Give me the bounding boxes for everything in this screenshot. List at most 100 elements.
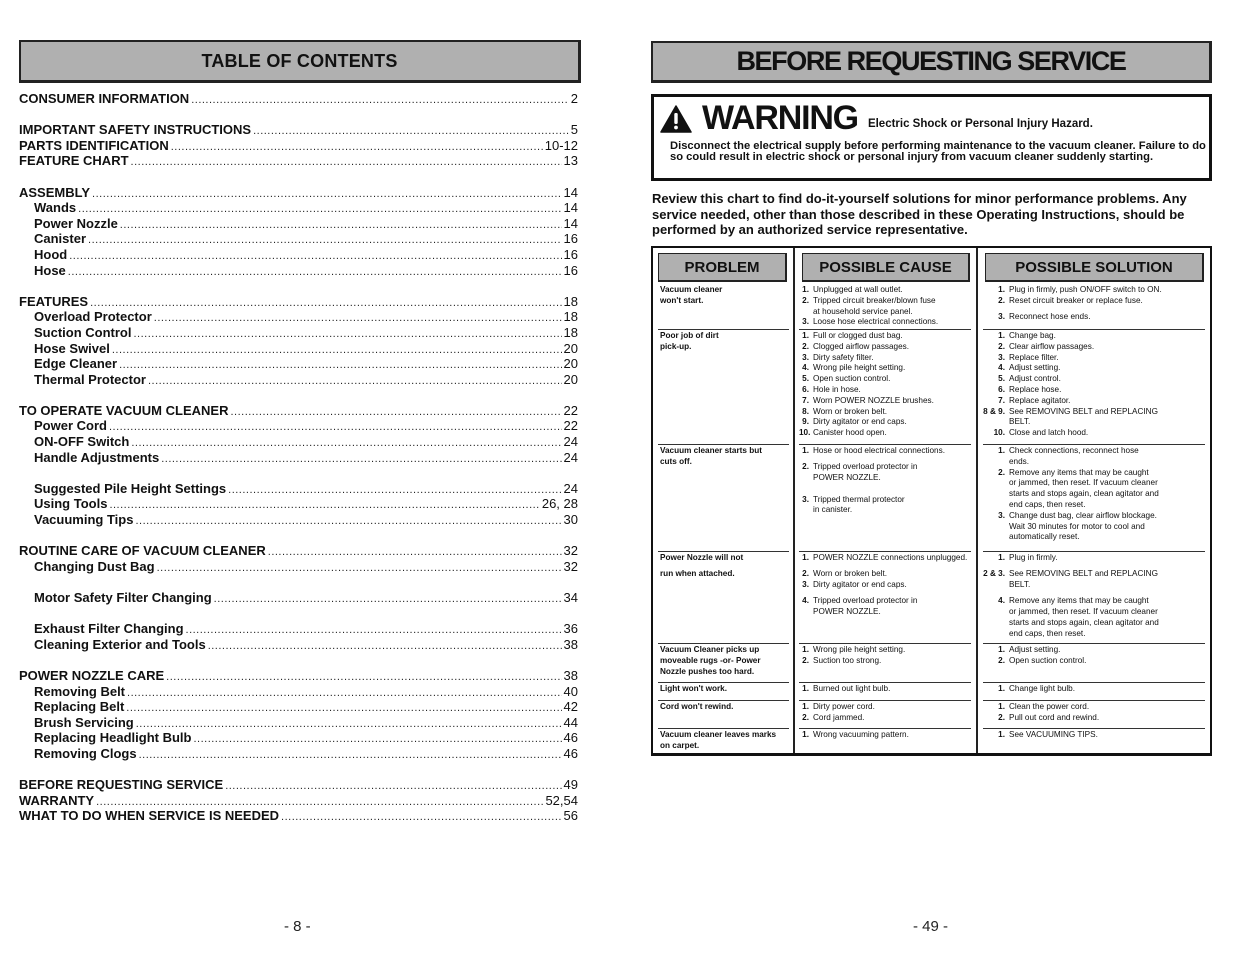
problem-text-line: run when attached. <box>660 569 735 579</box>
item-number: 4. <box>802 596 809 606</box>
item-text-line: Dirty power cord. <box>813 702 875 711</box>
item-number: 2. <box>998 655 1005 665</box>
item-text-line: Cord jammed. <box>813 712 865 722</box>
toc-entry[interactable]: FEATURE CHART 13 <box>19 153 578 169</box>
item-text: Worn or broken belt. <box>813 407 971 418</box>
toc-entry[interactable]: ROUTINE CARE OF VACUUM CLEANER 32 <box>19 543 578 559</box>
toc-entry[interactable]: TO OPERATE VACUUM CLEANER 22 <box>19 403 578 419</box>
item-number: 3. <box>998 352 1005 362</box>
item-text: See REMOVING BELT and REPLACING BELT. <box>1009 407 1208 429</box>
cause-cell: 1. Unplugged at wall outlet. 2. Tripped cir… <box>799 285 971 328</box>
toc-entry-label: Removing Belt <box>34 683 126 699</box>
item-number: 2. <box>998 295 1005 305</box>
toc-entry-label: TO OPERATE VACUUM CLEANER <box>19 402 229 418</box>
toc-entry[interactable]: Brush Servicing 44 <box>19 715 578 731</box>
toc-entry[interactable]: Overload Protector 18 <box>19 309 578 325</box>
item-number: 1. <box>998 684 1005 693</box>
toc-entry[interactable]: Edge Cleaner 20 <box>19 356 578 372</box>
cause-item: 2. Suction too strong. <box>799 656 971 667</box>
item-text: Wrong pile height setting. <box>813 645 971 656</box>
toc-leader-dots <box>88 233 562 247</box>
toc-entry-label: Hose <box>34 262 66 278</box>
item-text: Reconnect hose ends. <box>1009 312 1208 323</box>
item-number: 2. <box>998 341 1005 351</box>
toc-entry[interactable]: Suggested Pile Height Settings 24 <box>19 481 578 497</box>
solution-cell: 1. Clean the power cord. 2. Pull out cord a… <box>983 702 1208 724</box>
item-text: Dirty agitator or end caps. <box>813 580 971 591</box>
problem-cell: Vacuum cleaner won't start. <box>660 285 788 307</box>
toc-entry[interactable]: BEFORE REQUESTING SERVICE 49 <box>19 777 578 793</box>
toc-entry[interactable]: Canister 16 <box>19 231 578 247</box>
toc-entry[interactable]: Replacing Belt 42 <box>19 699 578 715</box>
item-text-line: Reset circuit breaker or replace fuse. <box>1009 295 1143 305</box>
toc-leader-dots <box>230 405 561 419</box>
toc-leader-dots <box>281 810 562 824</box>
toc-entry-page: 52,54 <box>545 792 578 808</box>
toc-entry-label: ROUTINE CARE OF VACUUM CLEANER <box>19 543 266 559</box>
toc-entry[interactable]: Wands 14 <box>19 200 578 216</box>
toc-entry-label: BEFORE REQUESTING SERVICE <box>19 777 224 793</box>
toc-entry[interactable]: PARTS IDENTIFICATION 10-12 <box>19 138 578 154</box>
toc-entry-label: Overload Protector <box>34 309 152 325</box>
item-number: 1. <box>998 730 1005 739</box>
toc-entry[interactable]: Suction Control 18 <box>19 325 578 341</box>
toc-entry[interactable]: Motor Safety Filter Changing 34 <box>19 590 578 606</box>
toc-leader-dots <box>171 140 543 154</box>
toc-entry-page: 24 <box>563 434 578 450</box>
toc-entry[interactable]: FEATURES 18 <box>19 294 578 310</box>
solution-item: 3. Reconnect hose ends. <box>983 312 1208 323</box>
toc-entry[interactable]: Replacing Headlight Bulb 46 <box>19 730 578 746</box>
toc-entry[interactable]: ON-OFF Switch 24 <box>19 434 578 450</box>
toc-entry-page: 46 <box>563 730 578 746</box>
toc-entry[interactable]: Hood 16 <box>19 247 578 263</box>
toc-entry[interactable]: POWER NOZZLE CARE 38 <box>19 668 578 684</box>
toc-entry[interactable]: IMPORTANT SAFETY INSTRUCTIONS 5 <box>19 122 578 138</box>
toc-entry[interactable]: WHAT TO DO WHEN SERVICE IS NEEDED 56 <box>19 808 578 824</box>
toc-entry[interactable]: ASSEMBLY 14 <box>19 185 578 201</box>
toc-entry[interactable]: WARRANTY 52,54 <box>19 793 578 809</box>
toc-entry[interactable]: CONSUMER INFORMATION 2 <box>19 91 578 107</box>
problem-cell: Power Nozzle will not run when attached. <box>660 553 788 580</box>
item-text-line: Wrong pile height setting. <box>813 363 906 373</box>
toc-entry[interactable]: Using Tools 26, 28 <box>19 496 578 512</box>
cause-item: 5. Open suction control. <box>799 374 971 385</box>
item-text: Change light bulb. <box>1009 684 1208 695</box>
toc-entry[interactable]: Power Cord 22 <box>19 418 578 434</box>
problem-text-line: Light won't work. <box>660 684 727 693</box>
item-text-line: end caps, then reset. <box>1009 499 1086 509</box>
toc-entry[interactable]: Changing Dust Bag 32 <box>19 559 578 575</box>
toc-entry-page: 34 <box>563 590 578 605</box>
toc-entry-label: Replacing Belt <box>34 699 125 715</box>
troubleshooting-table: PROBLEM POSSIBLE CAUSE POSSIBLE SOLUTION… <box>651 246 1212 756</box>
toc-entry-page: 38 <box>563 636 578 652</box>
solution-item: 1. Clean the power cord. <box>983 702 1208 713</box>
item-text: Replace hose. <box>1009 385 1208 396</box>
solution-cell: 1. Plug in firmly, push ON/OFF switch to … <box>983 285 1208 323</box>
toc-entry[interactable]: Cleaning Exterior and Tools 38 <box>19 637 578 653</box>
toc-entry[interactable]: Hose 16 <box>19 263 578 279</box>
toc-entry[interactable]: Power Nozzle 14 <box>19 216 578 232</box>
toc-entry[interactable]: Thermal Protector 20 <box>19 372 578 388</box>
problem-text-line: Cord won't rewind. <box>660 702 734 711</box>
item-text-line: Wrong vacuuming pattern. <box>813 730 909 739</box>
solution-item: 1. See VACUUMING TIPS. <box>983 730 1208 741</box>
toc-entry-page: 10-12 <box>544 137 578 153</box>
item-number: 4. <box>802 363 809 373</box>
toc-entry[interactable]: Hose Swivel 20 <box>19 341 578 357</box>
toc-entry[interactable]: Removing Clogs 46 <box>19 746 578 762</box>
row-separator <box>799 444 971 445</box>
item-text-line: Wrong pile height setting. <box>813 645 906 654</box>
toc-entry[interactable]: Removing Belt 40 <box>19 684 578 700</box>
toc-entry[interactable]: Exhaust Filter Changing 36 <box>19 621 578 637</box>
item-text-line: at household service panel. <box>813 306 913 316</box>
toc-leader-dots <box>154 311 562 325</box>
toc-leader-dots <box>208 639 562 653</box>
item-text-line: POWER NOZZLE. <box>813 472 881 482</box>
toc-entry[interactable]: Vacuuming Tips 30 <box>19 512 578 528</box>
item-text: Tripped overload protector in POWER NOZZL… <box>813 596 971 618</box>
toc-leader-dots <box>136 717 562 731</box>
toc-entry[interactable]: Handle Adjustments 24 <box>19 450 578 466</box>
warning-title-row: WARNING Electric Shock or Personal Injur… <box>660 99 1093 137</box>
item-text: Wrong vacuuming pattern. <box>813 730 971 741</box>
solution-cell: 1. See VACUUMING TIPS. <box>983 730 1208 741</box>
